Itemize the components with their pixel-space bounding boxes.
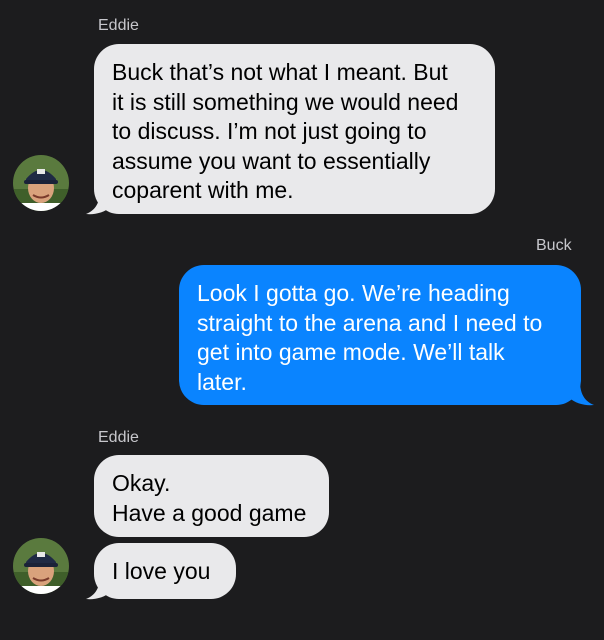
bubble-tail-icon (568, 381, 594, 406)
message-bubble-incoming[interactable]: Okay. Have a good game (94, 455, 329, 537)
sender-name-eddie: Eddie (98, 429, 139, 446)
bubble-tail-icon (86, 575, 112, 600)
message-bubble-incoming[interactable]: I love you (94, 543, 236, 599)
eddie-avatar-icon[interactable] (13, 155, 69, 211)
bubble-tail-icon (86, 190, 112, 215)
sender-name-buck: Buck (536, 237, 572, 254)
eddie-avatar-icon[interactable] (13, 538, 69, 594)
message-bubble-incoming[interactable]: Buck that’s not what I meant. But it is … (94, 44, 495, 214)
sender-name-eddie: Eddie (98, 17, 139, 34)
message-bubble-outgoing[interactable]: Look I gotta go. We’re heading straight … (179, 265, 581, 405)
